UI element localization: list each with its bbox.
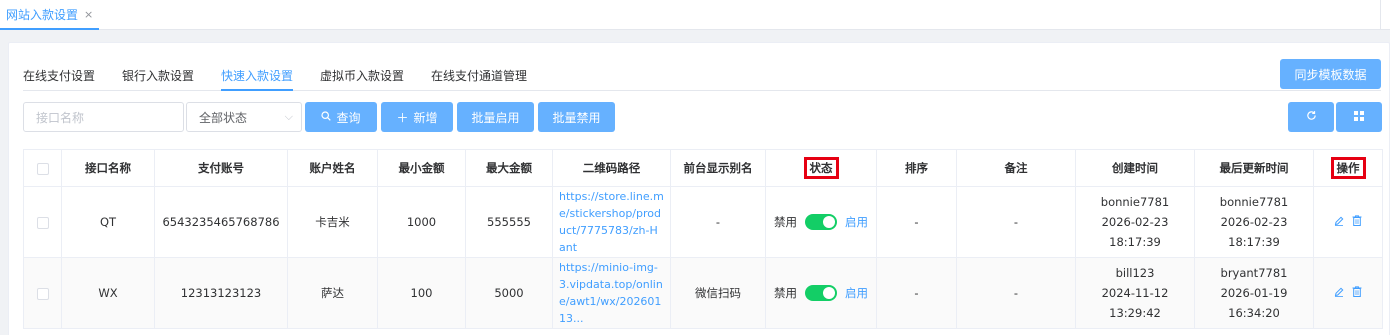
- cell-actions: [1313, 257, 1383, 329]
- status-select[interactable]: 全部状态 ⌵: [186, 102, 302, 132]
- cell-sort: -: [876, 186, 957, 258]
- edit-icon[interactable]: [1334, 286, 1344, 300]
- cell-max-amount: 555555: [465, 186, 553, 258]
- header-actions: 操作: [1330, 157, 1366, 179]
- cell-qr-path[interactable]: https://minio-img-3.vipdata.top/online/a…: [552, 257, 671, 329]
- header-qr-path: 二维码路径: [552, 149, 671, 187]
- cell-max-amount: 5000: [465, 257, 553, 329]
- table-row: WX 12313123123 萨达 100 5000 https://minio…: [23, 257, 1383, 329]
- cell-interface-name: WX: [61, 257, 155, 329]
- batch-disable-button[interactable]: 批量禁用: [538, 102, 615, 132]
- updated-at: 2026-02-23 18:17:39: [1220, 215, 1288, 249]
- tab-bar-edge: [1380, 0, 1390, 30]
- delete-icon[interactable]: [1352, 286, 1362, 300]
- delete-icon[interactable]: [1352, 215, 1362, 229]
- cell-display-alias: -: [670, 186, 766, 258]
- header-status-cell: 状态: [765, 149, 877, 187]
- cell-min-amount: 1000: [377, 186, 466, 258]
- cell-account-holder: 卡吉米: [287, 186, 378, 258]
- tab-online-pay[interactable]: 在线支付设置: [23, 67, 95, 91]
- cell-remark: -: [956, 186, 1076, 258]
- header-display-alias: 前台显示别名: [670, 149, 766, 187]
- header-status: 状态: [803, 157, 839, 179]
- plus-icon: ＋: [396, 110, 409, 125]
- cell-min-amount: 100: [377, 257, 466, 329]
- header-updated-time: 最后更新时间: [1194, 149, 1314, 187]
- status-toggle[interactable]: [805, 285, 837, 301]
- status-on-label: 启用: [845, 286, 868, 300]
- page-tab-bar: 网站入款设置 ×: [0, 0, 1390, 30]
- cell-status: 禁用 启用: [765, 257, 877, 329]
- add-button[interactable]: ＋ 新增: [381, 102, 453, 132]
- refresh-button[interactable]: [1288, 102, 1334, 132]
- cell-created: bill123 2024-11-12 13:29:42: [1075, 257, 1195, 329]
- cell-actions: [1313, 186, 1383, 258]
- query-label: 查询: [336, 110, 361, 125]
- cell-pay-account: 12313123123: [154, 257, 288, 329]
- cell-qr-path[interactable]: https://store.line.me/stickershop/produc…: [552, 186, 671, 258]
- row-checkbox[interactable]: [36, 287, 49, 300]
- cell-created: bonnie7781 2026-02-23 18:17:39: [1075, 186, 1195, 258]
- status-on-label: 启用: [845, 215, 868, 229]
- header-account-holder: 账户姓名: [287, 149, 378, 187]
- batch-enable-button[interactable]: 批量启用: [457, 102, 534, 132]
- status-select-value: 全部状态: [199, 110, 248, 125]
- cell-sort: -: [876, 257, 957, 329]
- column-settings-button[interactable]: [1336, 102, 1382, 132]
- search-icon: [321, 110, 332, 124]
- header-sort: 排序: [876, 149, 957, 187]
- row-select-cell: [23, 257, 62, 329]
- deposit-table: 接口名称 支付账号 账户姓名 最小金额 最大金额 二维码路径 前台显示别名 状态…: [23, 149, 1383, 329]
- created-by: bill123: [1115, 266, 1155, 280]
- header-interface-name: 接口名称: [61, 149, 155, 187]
- header-max-amount: 最大金额: [465, 149, 553, 187]
- page-tab-label: 网站入款设置: [6, 7, 79, 22]
- cell-remark: -: [956, 257, 1076, 329]
- created-at: 2024-11-12 13:29:42: [1101, 286, 1169, 320]
- table-header-row: 接口名称 支付账号 账户姓名 最小金额 最大金额 二维码路径 前台显示别名 状态…: [23, 149, 1383, 187]
- header-pay-account: 支付账号: [154, 149, 288, 187]
- updated-by: bryant7781: [1220, 266, 1288, 280]
- tab-quick-deposit[interactable]: 快速入款设置: [221, 67, 294, 91]
- updated-at: 2026-01-19 16:34:20: [1220, 286, 1288, 320]
- content-card: 在线支付设置 银行入款设置 快速入款设置 虚拟币入款设置 在线支付通道管理 同步…: [8, 42, 1390, 335]
- grid-icon: [1354, 110, 1364, 124]
- sub-tab-bar: 在线支付设置 银行入款设置 快速入款设置 虚拟币入款设置 在线支付通道管理: [23, 67, 1381, 91]
- cell-interface-name: QT: [61, 186, 155, 258]
- header-min-amount: 最小金额: [377, 149, 466, 187]
- add-label: 新增: [413, 110, 438, 125]
- created-at: 2026-02-23 18:17:39: [1101, 215, 1169, 249]
- row-checkbox[interactable]: [36, 216, 49, 229]
- status-off-label: 禁用: [774, 286, 797, 300]
- edit-icon[interactable]: [1334, 215, 1344, 229]
- cell-display-alias: 微信扫码: [670, 257, 766, 329]
- cell-account-holder: 萨达: [287, 257, 378, 329]
- tab-channel-manage[interactable]: 在线支付通道管理: [431, 67, 527, 91]
- tab-bank-deposit[interactable]: 银行入款设置: [122, 67, 194, 91]
- created-by: bonnie7781: [1100, 195, 1170, 209]
- status-off-label: 禁用: [774, 215, 797, 229]
- row-select-cell: [23, 186, 62, 258]
- tab-crypto-deposit[interactable]: 虚拟币入款设置: [320, 67, 404, 91]
- updated-by: bonnie7781: [1219, 195, 1289, 209]
- cell-status: 禁用 启用: [765, 186, 877, 258]
- cell-updated: bryant7781 2026-01-19 16:34:20: [1194, 257, 1314, 329]
- sync-template-button[interactable]: 同步模板数据: [1280, 59, 1381, 89]
- status-toggle[interactable]: [805, 214, 837, 230]
- header-select-cell: [23, 149, 62, 187]
- table-row: QT 6543235465768786 卡吉米 1000 555555 http…: [23, 186, 1383, 258]
- select-all-checkbox[interactable]: [36, 162, 49, 175]
- header-created-time: 创建时间: [1075, 149, 1195, 187]
- header-remark: 备注: [956, 149, 1076, 187]
- interface-name-placeholder: 接口名称: [36, 110, 85, 125]
- chevron-down-icon: ⌵: [284, 110, 293, 123]
- close-icon[interactable]: ×: [84, 8, 93, 21]
- header-actions-cell: 操作: [1313, 149, 1383, 187]
- interface-name-input[interactable]: 接口名称: [23, 102, 184, 132]
- cell-pay-account: 6543235465768786: [154, 186, 288, 258]
- query-button[interactable]: 查询: [305, 102, 377, 132]
- cell-updated: bonnie7781 2026-02-23 18:17:39: [1194, 186, 1314, 258]
- refresh-icon: [1306, 110, 1317, 124]
- page-tab-active[interactable]: 网站入款设置 ×: [0, 0, 100, 30]
